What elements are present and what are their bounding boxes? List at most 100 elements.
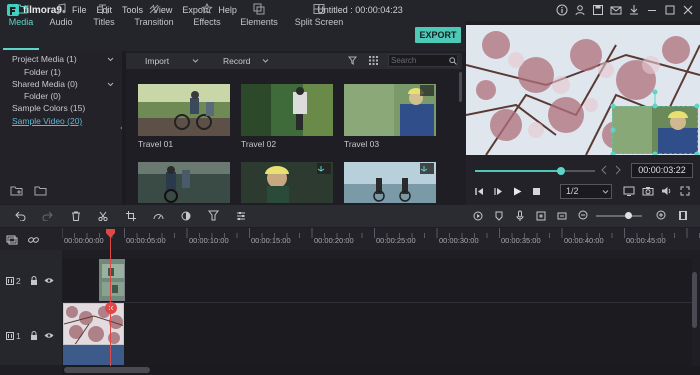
zoom-slider[interactable] — [596, 215, 642, 217]
add-folder-icon[interactable] — [10, 185, 23, 196]
active-tab-indicator — [3, 48, 39, 50]
timeline-vertical-scrollbar[interactable] — [692, 272, 697, 328]
playhead-line — [110, 236, 111, 366]
record-dropdown[interactable]: Record — [223, 56, 250, 66]
eye-icon[interactable] — [44, 277, 54, 284]
chevron-down-icon[interactable] — [262, 58, 269, 64]
import-dropdown[interactable]: Import — [145, 56, 169, 66]
split-screen-icon — [313, 4, 325, 14]
ruler-label: 00:00:45:00 — [626, 236, 666, 245]
tab-effects[interactable]: Effects — [187, 3, 227, 29]
tab-titles[interactable]: Titles — [86, 3, 122, 29]
tab-audio[interactable]: Audio — [43, 3, 79, 29]
redo-icon[interactable] — [42, 211, 53, 221]
render-icon[interactable] — [473, 211, 483, 221]
green-screen-icon[interactable] — [208, 210, 219, 221]
add-track-icon[interactable] — [6, 235, 18, 245]
step-back-icon[interactable] — [494, 187, 503, 196]
fit-timeline-icon[interactable] — [557, 211, 567, 221]
media-thumbnail[interactable] — [138, 162, 230, 203]
tab-media[interactable]: Media — [3, 3, 39, 29]
audio-mixer-icon[interactable] — [236, 211, 246, 221]
ruler-label: 00:00:40:00 — [564, 236, 604, 245]
delete-icon[interactable] — [71, 211, 81, 221]
media-scrollbar[interactable] — [459, 72, 462, 102]
filter-icon[interactable] — [348, 56, 357, 65]
media-thumbnail[interactable] — [344, 84, 436, 136]
project-folder-item[interactable]: Folder (1) — [24, 67, 61, 77]
playhead-handle[interactable] — [106, 229, 115, 238]
lock-icon[interactable] — [30, 276, 38, 285]
minimize-icon[interactable] — [646, 4, 658, 16]
zoom-out-icon[interactable] — [578, 210, 588, 220]
media-thumbnail[interactable] — [241, 162, 333, 203]
chevron-down-icon[interactable] — [192, 58, 199, 64]
display-icon[interactable] — [623, 186, 635, 196]
close-icon[interactable] — [682, 4, 694, 16]
tab-transition[interactable]: Transition — [132, 3, 176, 29]
grid-view-icon[interactable] — [369, 56, 378, 65]
microphone-icon[interactable] — [515, 210, 525, 221]
media-label: Travel 03 — [344, 139, 380, 149]
account-icon[interactable] — [574, 4, 586, 16]
tab-label: Audio — [49, 17, 73, 27]
tab-elements[interactable]: Elements — [239, 3, 279, 29]
voiceover-icon[interactable] — [536, 211, 546, 221]
chevron-down-icon[interactable] — [107, 81, 114, 88]
zoom-slider-handle[interactable] — [625, 212, 632, 219]
snapshot-icon[interactable] — [642, 186, 654, 196]
timeline-clip[interactable] — [99, 259, 125, 301]
chevron-down-icon[interactable] — [107, 56, 114, 63]
mark-in-icon[interactable] — [601, 165, 607, 175]
link-icon[interactable] — [28, 235, 39, 245]
sample-video-item[interactable]: Sample Video (20) — [12, 116, 82, 126]
track-1-lane[interactable] — [62, 302, 692, 366]
download-icon[interactable] — [628, 4, 640, 16]
preview-timecode: 00:00:03:22 — [631, 163, 693, 178]
media-thumbnail[interactable] — [344, 162, 436, 203]
sample-colors-item[interactable]: Sample Colors (15) — [12, 103, 85, 113]
track-2-lane[interactable] — [62, 258, 692, 302]
crop-icon[interactable] — [126, 211, 136, 221]
volume-icon[interactable] — [661, 186, 672, 196]
mail-icon[interactable] — [610, 4, 622, 16]
music-note-icon — [56, 3, 66, 15]
split-scissors-icon[interactable] — [98, 211, 108, 221]
media-thumbnail[interactable] — [241, 84, 333, 136]
eye-icon[interactable] — [44, 332, 54, 339]
clip-close-icon[interactable]: × — [105, 302, 117, 314]
remove-folder-icon[interactable] — [34, 185, 47, 196]
maximize-icon[interactable] — [664, 4, 676, 16]
timeline-horizontal-scrollbar[interactable] — [62, 366, 700, 375]
export-button[interactable]: EXPORT — [415, 27, 461, 43]
marker-icon[interactable] — [494, 211, 504, 221]
save-icon[interactable] — [592, 4, 604, 16]
search-icon[interactable] — [449, 57, 457, 65]
chevron-down-icon — [602, 190, 609, 194]
project-media-item[interactable]: Project Media (1) — [12, 54, 77, 64]
audio-waveform-track[interactable] — [63, 345, 124, 365]
transition-icon — [149, 4, 159, 14]
undo-icon[interactable] — [15, 211, 26, 221]
panel-toggle-icon[interactable] — [678, 210, 688, 221]
timeline-scroll-thumb[interactable] — [64, 367, 150, 373]
play-icon[interactable] — [513, 187, 522, 196]
tab-split-screen[interactable]: Split Screen — [294, 3, 344, 29]
fullscreen-icon[interactable] — [680, 186, 690, 196]
track-2-label: 2 — [16, 276, 21, 286]
rotate-handle-icon[interactable] — [651, 89, 659, 105]
mark-out-icon[interactable] — [615, 165, 621, 175]
pip-transform-handles[interactable] — [610, 103, 700, 159]
media-thumbnail[interactable] — [138, 84, 230, 136]
zoom-in-icon[interactable] — [656, 210, 666, 220]
panel-divider — [122, 51, 126, 205]
info-icon[interactable] — [556, 4, 568, 16]
color-icon[interactable] — [181, 211, 191, 221]
shared-folder-item[interactable]: Folder (0) — [24, 91, 61, 101]
shared-media-item[interactable]: Shared Media (0) — [12, 79, 78, 89]
lock-icon[interactable] — [30, 331, 38, 340]
stop-icon[interactable] — [532, 187, 541, 196]
previous-frame-icon[interactable] — [475, 187, 484, 196]
speed-icon[interactable] — [153, 211, 164, 221]
track-1-label: 1 — [16, 331, 21, 341]
